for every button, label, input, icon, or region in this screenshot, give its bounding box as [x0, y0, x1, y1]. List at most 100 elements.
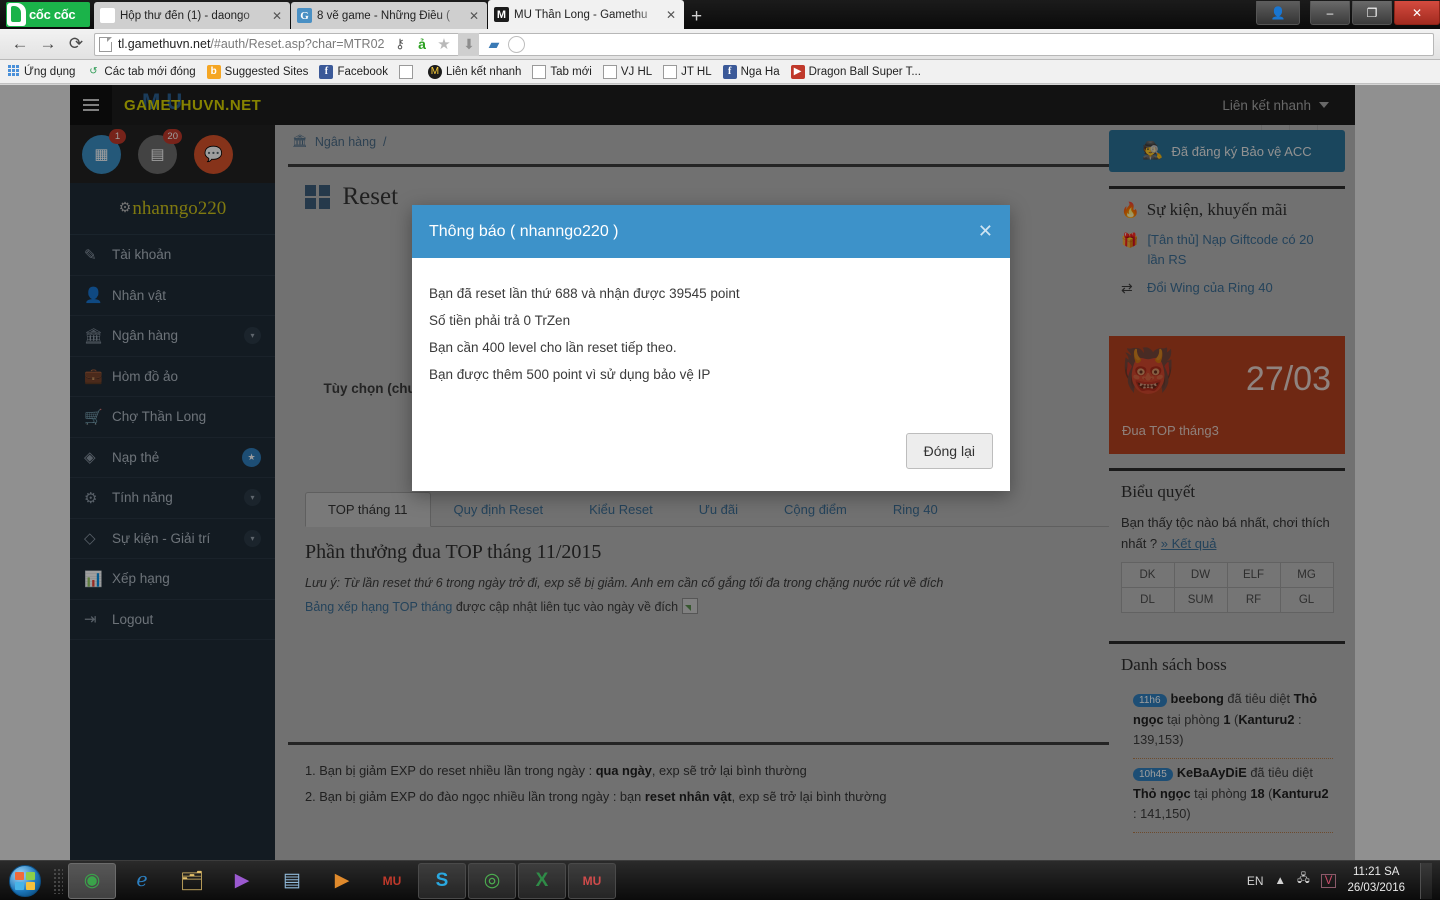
vote-option-mg[interactable]: MG — [1280, 562, 1334, 588]
star-icon[interactable]: ★ — [436, 37, 451, 52]
sidebar-item-hom-do-ao[interactable]: 💼 Hòm đồ ảo — [70, 357, 275, 398]
bookmark-label: Suggested Sites — [225, 66, 309, 78]
maximize-button[interactable]: ❐ — [1352, 1, 1392, 25]
reload-icon[interactable]: ⟳ — [62, 30, 90, 58]
bookmark-facebook[interactable]: f Facebook — [319, 65, 388, 79]
tab-quy-dinh-reset[interactable]: Quy định Reset — [431, 492, 567, 527]
sidebar-item-tai-khoan[interactable]: ✎ Tài khoản — [70, 235, 275, 276]
profile-circle-icon[interactable] — [508, 36, 525, 53]
breadcrumb-root[interactable]: Ngân hàng — [315, 135, 376, 149]
modal-close-button[interactable]: Đóng lại — [906, 433, 993, 469]
browser-tab-gmail[interactable]: M Hộp thư đến (1) - daongo ✕ — [94, 2, 290, 29]
bookmark-recent-tabs[interactable]: ↺ Các tab mới đóng — [86, 65, 195, 79]
bookmark-jthl[interactable]: JT HL — [663, 65, 711, 79]
back-icon[interactable]: ← — [6, 30, 34, 58]
browser-tab-mu[interactable]: M MU Thần Long - Gamethu ✕ — [488, 0, 684, 29]
calendar-button[interactable]: ▦ 1 — [82, 135, 121, 174]
tab-uu-dai[interactable]: Ưu đãi — [676, 492, 761, 527]
bookmark-apps[interactable]: Ứng dụng — [6, 65, 75, 79]
sidebar-item-su-kien-giai-tri[interactable]: ◇ Sự kiện - Giải trí ▾ — [70, 519, 275, 560]
tray-expand-icon[interactable]: ▲ — [1275, 875, 1286, 887]
taskbar-grip[interactable] — [53, 868, 63, 894]
sidebar-item-nap-the[interactable]: ◈ Nạp thẻ ★ — [70, 438, 275, 479]
vote-option-dw[interactable]: DW — [1174, 562, 1228, 588]
taskbar-mu-game-icon[interactable]: MU — [368, 863, 416, 899]
vote-option-dk[interactable]: DK — [1121, 562, 1175, 588]
taskbar-excel-icon[interactable]: X — [518, 863, 566, 899]
tab-kieu-reset[interactable]: Kiểu Reset — [566, 492, 676, 527]
new-tab-button[interactable]: + — [691, 7, 702, 26]
gmail-icon: M — [100, 8, 115, 23]
tab-ring-40[interactable]: Ring 40 — [870, 492, 961, 527]
event-item-giftcode[interactable]: 🎁 [Tân thủ] Nạp Giftcode có 20 lần RS — [1121, 230, 1333, 269]
quicklink-dropdown[interactable]: Liên kết nhanh — [1222, 98, 1329, 113]
bookmark-blank[interactable] — [399, 65, 417, 79]
taskbar-skype-icon[interactable]: S — [418, 863, 466, 899]
bookmark-newtab[interactable]: Tab mới — [532, 65, 591, 79]
tab-top-thang-11[interactable]: TOP tháng 11 — [305, 492, 431, 527]
close-window-button[interactable]: ✕ — [1394, 1, 1440, 25]
bookmark-ngaha[interactable]: f Nga Ha — [723, 65, 780, 79]
menu-toggle-icon[interactable] — [70, 85, 112, 125]
exchange-icon: ⇄ — [1121, 278, 1138, 299]
forward-icon[interactable]: → — [34, 30, 62, 58]
bookmark-suggested[interactable]: b Suggested Sites — [207, 65, 309, 79]
taskbar-coccoc-icon[interactable]: ◉ — [68, 863, 116, 899]
boss-mask-icon: 👹 — [1122, 347, 1174, 394]
ranking-link[interactable]: Bảng xếp hạng TOP tháng — [305, 600, 452, 614]
taskbar-ie-icon[interactable]: ℯ — [118, 863, 166, 899]
boss-name: Thỏ ngọc — [1133, 786, 1191, 801]
tab-cong-diem[interactable]: Cộng điểm — [761, 492, 870, 527]
wallet-icon[interactable]: ▰ — [486, 37, 501, 52]
adblock-icon[interactable]: ả — [414, 37, 429, 52]
event-item-wing[interactable]: ⇄ Đổi Wing của Ring 40 — [1121, 278, 1333, 299]
vote-option-elf[interactable]: ELF — [1227, 562, 1281, 588]
bookmark-vjhl[interactable]: VJ HL — [603, 65, 652, 79]
download-icon[interactable]: ⬇ — [458, 33, 479, 56]
boss-coords: 139,153 — [1133, 732, 1179, 747]
promo-banner[interactable]: 👹 27/03 Đua TOP tháng3 — [1109, 336, 1345, 454]
sidebar-item-ngan-hang[interactable]: 🏛 Ngân hàng ▾ — [70, 316, 275, 357]
sidebar-item-xep-hang[interactable]: 📊 Xếp hạng — [70, 559, 275, 600]
sidebar-item-label: Chợ Thần Long — [112, 409, 261, 424]
sidebar-item-logout[interactable]: ⇥ Logout — [70, 600, 275, 641]
boss-player: beebong — [1171, 691, 1224, 706]
vote-option-rf[interactable]: RF — [1227, 587, 1281, 613]
sidebar-item-nhan-vat[interactable]: 👤 Nhân vật — [70, 276, 275, 317]
close-icon[interactable]: ✕ — [467, 9, 481, 23]
vote-option-gl[interactable]: GL — [1280, 587, 1334, 613]
bookmark-quicklink[interactable]: M Liên kết nhanh — [428, 65, 521, 79]
browser-tab-game[interactable]: G 8 vẽ game - Những Điều ( ✕ — [291, 2, 487, 29]
sidebar-item-cho-than-long[interactable]: 🛒 Chợ Thần Long — [70, 397, 275, 438]
start-button[interactable] — [0, 862, 50, 900]
taskbar-player-icon[interactable]: ▶ — [318, 863, 366, 899]
address-bar[interactable]: tl.gamethuvn.net/#auth/Reset.asp?char=MT… — [94, 33, 1434, 56]
close-icon[interactable]: ✕ — [270, 9, 284, 23]
modal-footer: Đóng lại — [412, 423, 1010, 491]
bookmark-dragonball[interactable]: ▶ Dragon Ball Super T... — [791, 65, 921, 79]
minimize-button[interactable]: – — [1310, 1, 1350, 25]
taskbar-mu-red-icon[interactable]: MU — [568, 863, 616, 899]
vote-result-link[interactable]: » Kết quả — [1161, 536, 1217, 551]
antivirus-icon[interactable]: V — [1321, 874, 1337, 888]
key-icon[interactable]: ⚷ — [392, 37, 407, 52]
taskbar-chrome-icon[interactable]: ◎ — [468, 863, 516, 899]
vote-option-dl[interactable]: DL — [1121, 587, 1175, 613]
show-desktop-button[interactable] — [1420, 863, 1432, 899]
sidebar-item-tinh-nang[interactable]: ⚙ Tính năng ▾ — [70, 478, 275, 519]
bookmark-label: Facebook — [337, 66, 388, 78]
taskbar-calculator-icon[interactable]: ▤ — [268, 863, 316, 899]
acc-protection-button[interactable]: 🕵 Đã đăng ký Bảo vệ ACC — [1109, 130, 1345, 172]
chat-button[interactable]: 💬 — [194, 135, 233, 174]
list-button[interactable]: ▤ 20 — [138, 135, 177, 174]
vote-option-sum[interactable]: SUM — [1174, 587, 1228, 613]
close-icon[interactable]: ✕ — [664, 8, 678, 22]
clock[interactable]: 11:21 SA 26/03/2016 — [1347, 865, 1405, 896]
language-indicator[interactable]: EN — [1247, 874, 1264, 888]
user-profile-button[interactable]: 👤 — [1256, 1, 1300, 25]
taskbar-explorer-icon[interactable]: 🗂 — [168, 863, 216, 899]
close-icon[interactable]: ✕ — [978, 221, 993, 242]
network-icon[interactable]: 🖧 — [1297, 871, 1310, 890]
taskbar-media-icon[interactable]: ▶ — [218, 863, 266, 899]
windows-taskbar: ◉ ℯ 🗂 ▶ ▤ ▶ MU S ◎ X MU EN ▲ 🖧 V 11:21 S… — [0, 860, 1440, 900]
